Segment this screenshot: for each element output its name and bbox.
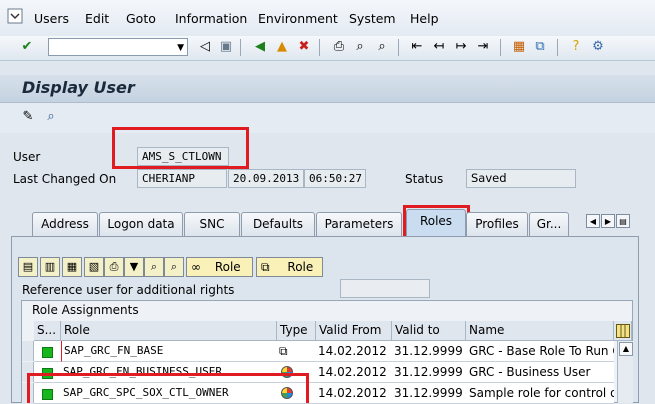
highlight-box [27,373,309,403]
table-cell-valid-from: 14.02.2012 [316,362,392,383]
changed-date-field: 20.09.2013 [228,169,304,188]
column-settings-icon[interactable] [614,321,632,341]
last-page-icon[interactable]: ⇥ [474,38,492,56]
standard-toolbar: ✔ ▼ ◁ ▣ ◀ ▲ ✖ ⎙ ⌕ ⌕ ⇤ ↤ ↦ ⇥ ▦ ⧉ ? ⚙ [0,36,655,61]
prev-page-icon[interactable]: ↤ [430,38,448,56]
menu-help[interactable]: Help [410,11,439,26]
back-icon[interactable]: ◁ [196,38,214,56]
find-next-icon[interactable]: ⌕ [164,257,184,277]
column-header-valid-from[interactable]: Valid From [316,321,392,341]
menu-environment[interactable]: Environment [258,11,338,26]
print-icon[interactable]: ⎙ [330,38,348,56]
sap-menu-icon[interactable] [7,8,23,24]
menu-users[interactable]: Users [34,11,69,26]
scroll-up-icon[interactable]: ▲ [619,342,633,356]
highlight-box [112,127,249,169]
tab-scroll-left-icon[interactable]: ◀ [586,214,600,228]
table-cell-valid-to: 31.12.9999 [392,383,466,404]
select-all-icon[interactable]: ▧ [84,257,104,277]
changed-time-field: 06:50:27 [304,169,366,188]
table-scrollbar[interactable]: ▲ [617,341,633,403]
delete-row-icon[interactable]: ▦ [62,257,82,277]
table-cell-valid-to: 31.12.9999 [392,362,466,383]
help-icon[interactable]: ? [567,38,585,56]
find-icon[interactable]: ⌕ [144,257,164,277]
first-page-icon[interactable]: ⇤ [408,38,426,56]
toolbar-divider [240,39,241,56]
tab-scroll-right-icon[interactable]: ▶ [601,214,615,228]
menu-system[interactable]: System [349,11,396,26]
column-header-type[interactable]: Type [277,321,316,341]
save-icon[interactable]: ▣ [217,38,235,56]
column-header-status[interactable]: S... [34,321,61,341]
column-header-name[interactable]: Name [466,321,614,341]
user-label: User [13,150,41,164]
chevron-down-icon[interactable]: ▼ [177,43,184,53]
shortcut-icon[interactable]: ⧉ [531,38,549,56]
table-cell-role[interactable]: SAP_GRC_FN_BASE [61,341,277,362]
page-title: Display User [22,78,135,97]
display-change-icon[interactable]: ✎ [19,108,37,126]
tab-snc[interactable]: SNC [184,212,240,236]
reference-user-field[interactable] [340,279,430,298]
title-bar: Display User [0,75,655,103]
role-compare-button[interactable]: ∞ Role [186,257,253,277]
find-next-icon[interactable]: ⌕ [373,38,391,56]
changed-by-field: CHERIANP [137,169,227,188]
toolbar-divider [398,39,399,56]
table-cell-type: ⧉ [277,341,316,362]
role-assignments-title: Role Assignments [32,303,139,317]
back-green-icon[interactable]: ◀ [251,38,269,56]
reference-user-label: Reference user for additional rights [22,283,235,297]
column-header-valid-to[interactable]: Valid to [392,321,466,341]
last-changed-label: Last Changed On [13,172,117,186]
glasses-icon: ∞ [191,260,201,274]
application-toolbar: ✎ ⌕ [0,103,655,133]
tab-parameters[interactable]: Parameters [316,212,402,236]
composite-role-icon: ⧉ [279,344,288,358]
status-label: Status [405,172,444,186]
table-cell-valid-from: 14.02.2012 [316,383,392,404]
toolbar-divider [319,39,320,56]
find-icon[interactable]: ⌕ [351,38,369,56]
column-header-role[interactable]: Role [61,321,277,341]
next-page-icon[interactable]: ↦ [452,38,470,56]
layout-icon[interactable]: ▦ [510,38,528,56]
print-icon[interactable]: ⎙ [104,257,124,277]
toolbar-divider [500,39,501,56]
tab-address[interactable]: Address [32,212,98,236]
table-cell-name: Sample role for control ow [466,383,614,404]
table-cell-name: GRC - Business User [466,362,614,383]
menu-goto[interactable]: Goto [126,11,156,26]
details-icon[interactable]: ▤ [18,257,38,277]
cancel-icon[interactable]: ✖ [295,38,313,56]
tab-profiles[interactable]: Profiles [466,212,528,236]
table-cell-valid-to: 31.12.9999 [392,341,466,362]
row-selector[interactable] [22,341,34,361]
table-cell-valid-from: 14.02.2012 [316,341,392,362]
copy-icon: ⧉ [261,260,270,274]
tab-defaults[interactable]: Defaults [241,212,315,236]
settings-icon[interactable]: ⚙ [589,38,607,56]
table-cell-status [34,341,61,362]
tab-groups[interactable]: Gr... [529,212,569,236]
role-display-button[interactable]: ⧉ Role [256,257,323,277]
table-settings-icon [616,324,630,338]
toolbar-divider [557,39,558,56]
tab-list-icon[interactable]: ▤ [616,214,630,228]
menu-edit[interactable]: Edit [85,11,109,26]
command-field[interactable]: ▼ [48,38,188,56]
status-ok-icon [42,347,53,358]
exit-icon[interactable]: ▲ [273,38,291,56]
insert-row-icon[interactable]: ▥ [40,257,60,277]
menu-bar: Users Edit Goto Information Environment … [0,0,655,37]
table-cell-name: GRC - Base Role To Run GR [466,341,614,362]
status-field: Saved [466,169,576,188]
enter-icon[interactable]: ✔ [18,38,36,56]
tab-logon-data[interactable]: Logon data [99,212,183,236]
menu-information[interactable]: Information [175,11,247,26]
other-user-icon[interactable]: ⌕ [42,108,60,126]
filter-icon[interactable]: ▼ [124,257,144,277]
